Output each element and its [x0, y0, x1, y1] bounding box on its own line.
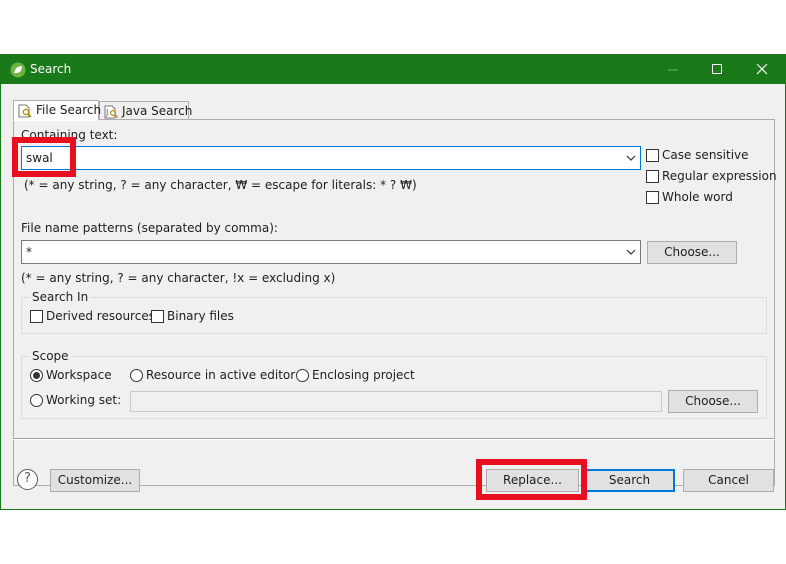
resource-active-editor-label[interactable]: Resource in active editor [146, 368, 295, 382]
whole-word-label[interactable]: Whole word [662, 190, 733, 204]
case-sensitive-label[interactable]: Case sensitive [662, 148, 749, 162]
working-set-radio[interactable] [30, 394, 43, 407]
svg-text:J: J [105, 108, 108, 117]
close-icon [756, 63, 768, 75]
case-sensitive-checkbox[interactable] [646, 149, 659, 162]
tab-file-search-label: File Search [36, 103, 102, 117]
file-patterns-value: * [26, 245, 32, 259]
tab-file-search[interactable]: File Search [13, 100, 102, 121]
spring-leaf-icon [10, 62, 26, 78]
whole-word-checkbox[interactable] [646, 191, 659, 204]
derived-resources-checkbox[interactable] [30, 310, 43, 323]
containing-text-hint: (* = any string, ? = any character, ₩ = … [24, 178, 417, 192]
minimize-button[interactable] [651, 55, 695, 84]
footer-separator [13, 438, 775, 440]
enclosing-project-label[interactable]: Enclosing project [312, 368, 415, 382]
tab-java-search-label: Java Search [122, 104, 193, 118]
minimize-icon [668, 69, 678, 71]
help-icon[interactable]: ? [17, 469, 38, 490]
search-dialog: Search File Search J Java Search Contain… [0, 54, 786, 510]
file-patterns-label: File name patterns (separated by comma): [21, 221, 278, 235]
maximize-icon [712, 64, 722, 74]
regular-expression-checkbox[interactable] [646, 170, 659, 183]
file-search-panel: Containing text: swal (* = any string, ?… [13, 119, 777, 486]
scope-title: Scope [30, 349, 71, 363]
binary-files-checkbox[interactable] [151, 310, 164, 323]
highlight-box-containing-text [12, 137, 76, 177]
customize-button[interactable]: Customize... [50, 469, 140, 492]
workspace-label[interactable]: Workspace [46, 368, 112, 382]
containing-text-input[interactable]: swal [21, 146, 641, 170]
working-set-field [130, 391, 662, 412]
chevron-down-icon[interactable] [626, 248, 636, 256]
binary-files-label[interactable]: Binary files [167, 309, 234, 323]
search-in-title: Search In [30, 290, 91, 304]
highlight-box-replace-button [476, 459, 587, 500]
working-set-label[interactable]: Working set: [46, 393, 121, 407]
derived-resources-label[interactable]: Derived resources [46, 309, 155, 323]
title-bar: Search [1, 55, 785, 84]
close-button[interactable] [740, 55, 784, 84]
java-search-icon: J [104, 105, 119, 119]
tab-java-search[interactable]: J Java Search [99, 101, 193, 121]
search-button[interactable]: Search [584, 469, 675, 492]
window-title: Search [30, 62, 72, 76]
enclosing-project-radio[interactable] [296, 369, 309, 382]
search-in-group: Search In Derived resources Binary files [21, 290, 767, 334]
workspace-radio[interactable] [30, 369, 43, 382]
chevron-down-icon[interactable] [626, 154, 636, 162]
resource-active-editor-radio[interactable] [130, 369, 143, 382]
scope-group: Scope Workspace Resource in active edito… [21, 349, 767, 419]
file-search-icon [18, 104, 32, 118]
regular-expression-label[interactable]: Regular expression [662, 169, 777, 183]
cancel-button[interactable]: Cancel [683, 469, 774, 492]
file-patterns-hint: (* = any string, ? = any character, !x =… [21, 271, 336, 285]
file-patterns-choose-button[interactable]: Choose... [647, 241, 737, 264]
file-patterns-input[interactable]: * [21, 240, 641, 264]
working-set-choose-button[interactable]: Choose... [668, 390, 758, 413]
maximize-button[interactable] [695, 55, 739, 84]
